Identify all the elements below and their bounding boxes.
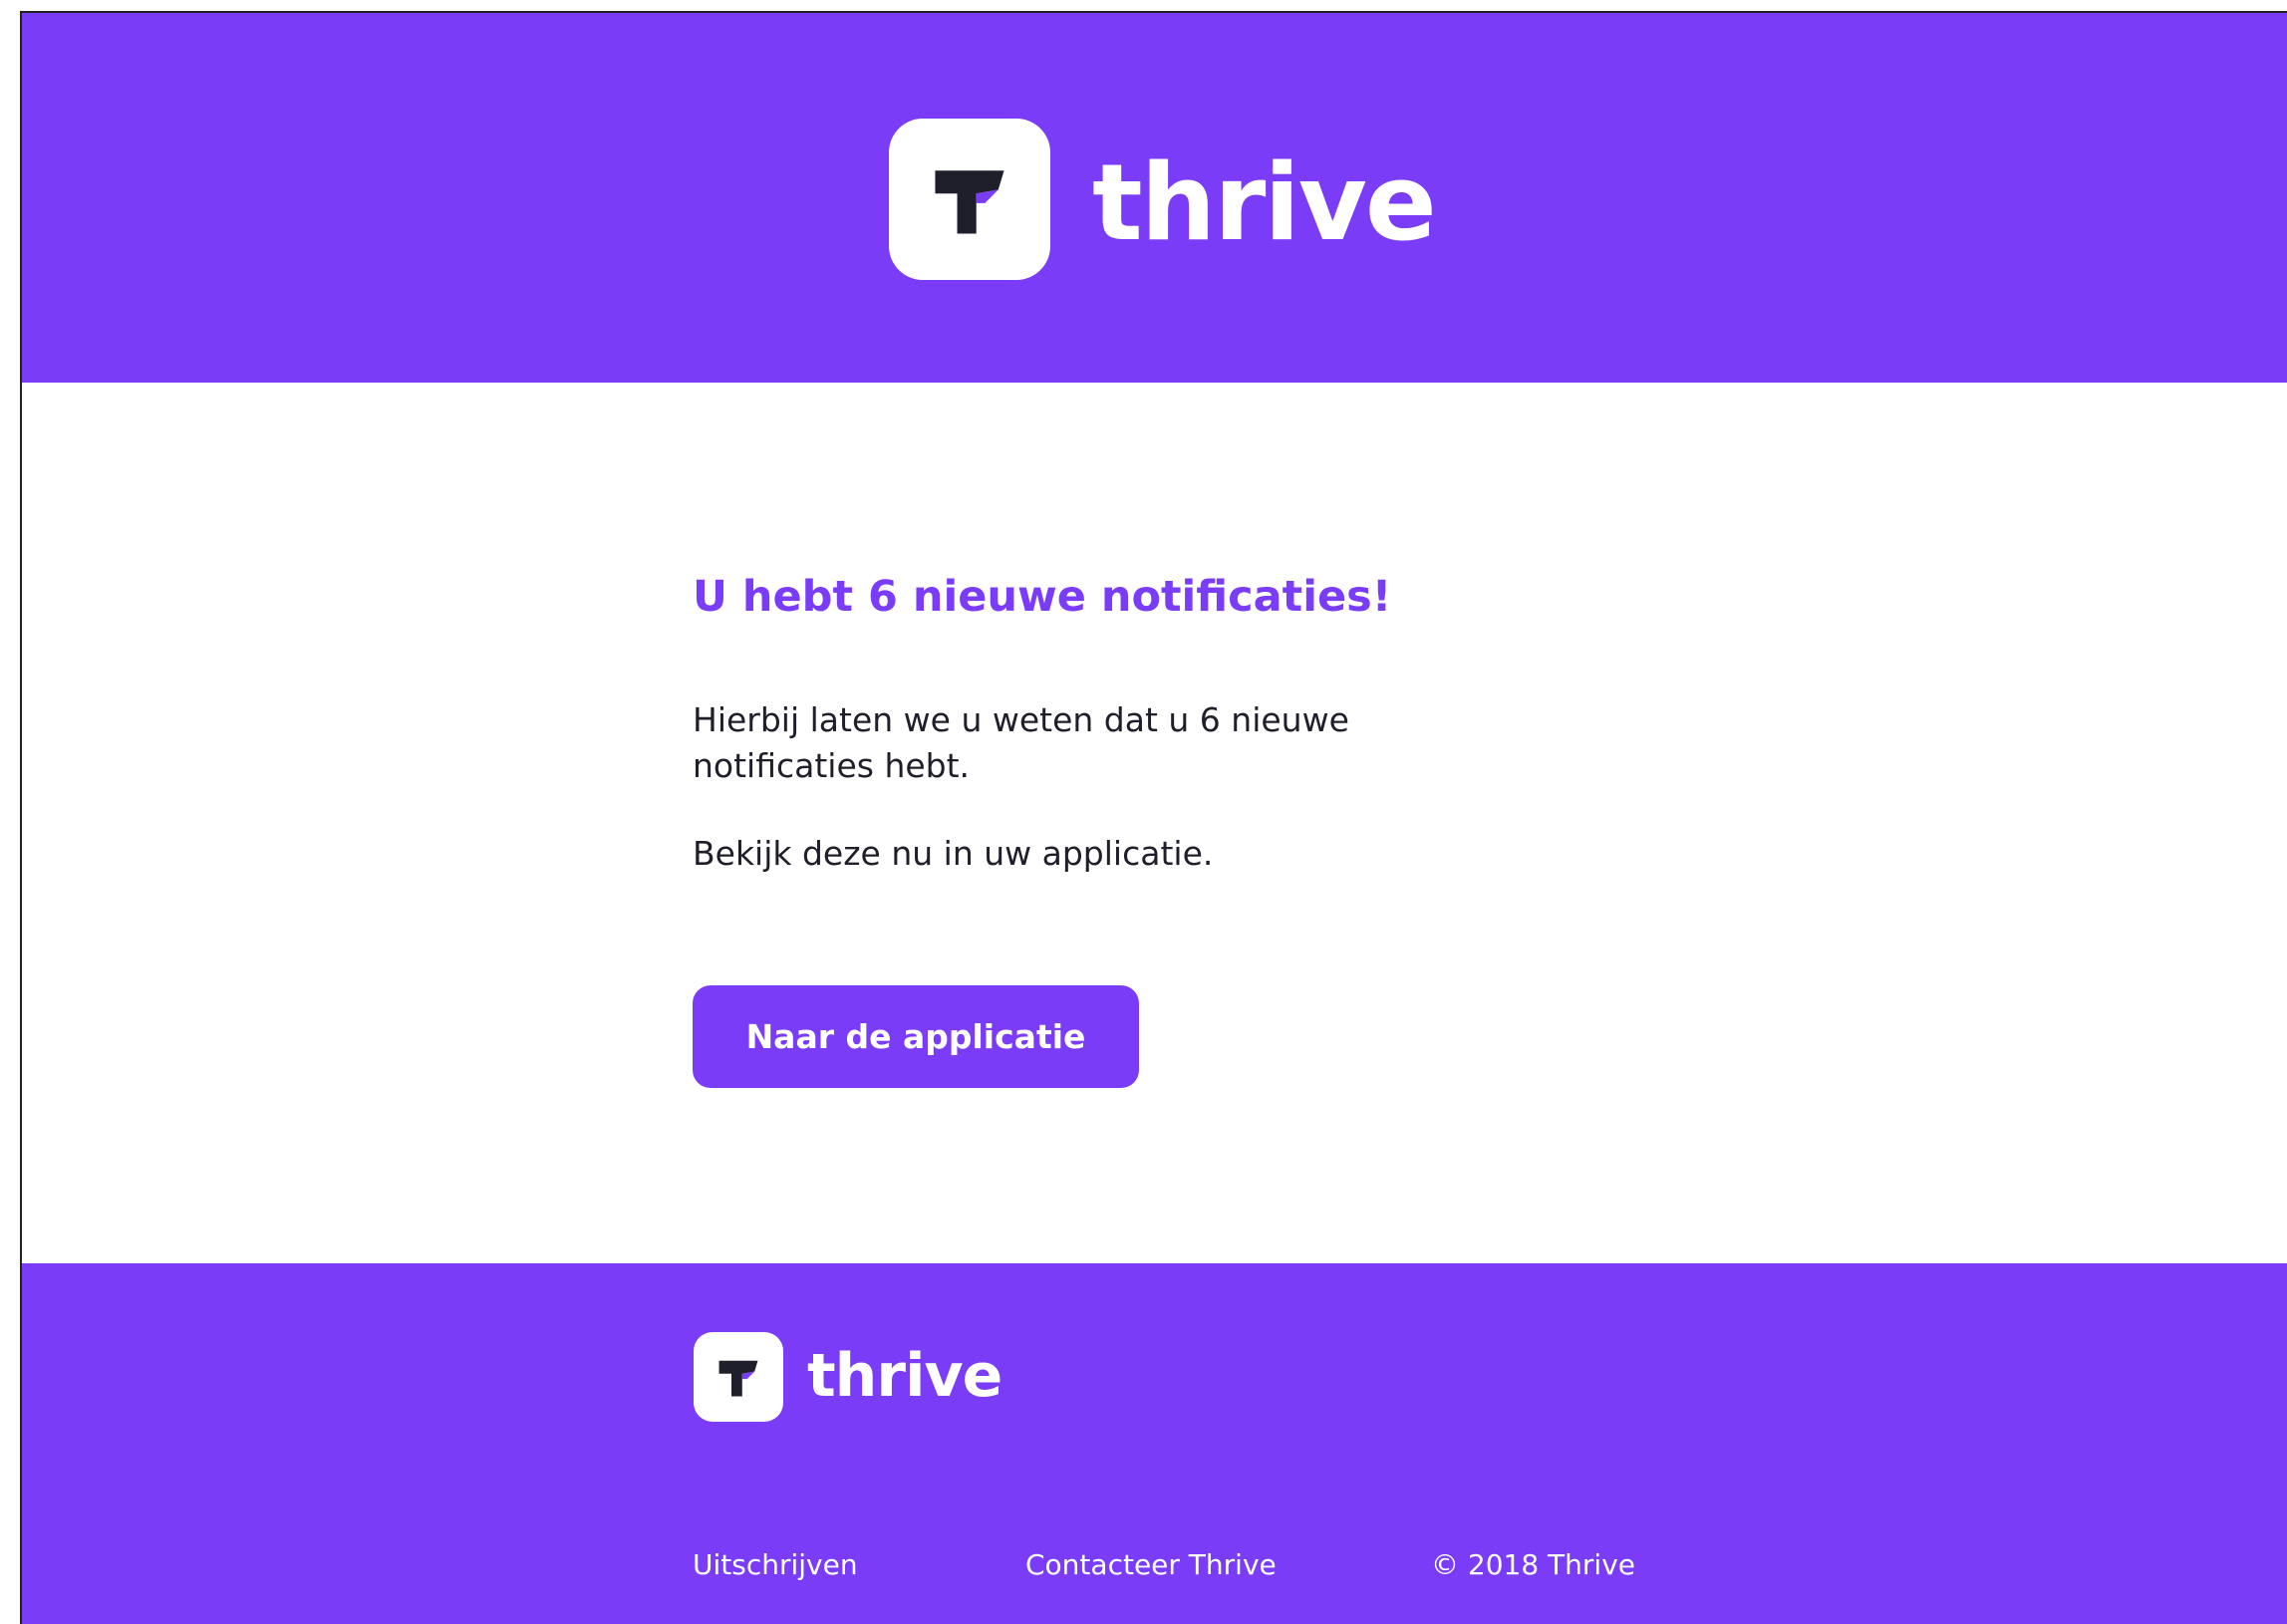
- unsubscribe-link[interactable]: Uitschrijven: [693, 1548, 858, 1582]
- thrive-t-logo-icon: [889, 119, 1050, 280]
- notification-title: U hebt 6 nieuwe notificaties!: [693, 572, 1392, 622]
- footer-wordmark: thrive: [807, 1341, 1002, 1411]
- notification-instruction: Bekijk deze nu in uw applicatie.: [693, 834, 1214, 873]
- email-content: U hebt 6 nieuwe notificaties! Hierbij la…: [22, 383, 2287, 1263]
- email-frame: thrive U hebt 6 nieuwe notificaties! Hie…: [20, 11, 2287, 1624]
- contact-thrive-link[interactable]: Contacteer Thrive: [1025, 1548, 1277, 1582]
- header-wordmark: thrive: [1092, 141, 1437, 264]
- t-mark-icon: [935, 170, 1004, 234]
- copyright-text: © 2018 Thrive: [1431, 1548, 1635, 1581]
- open-app-button[interactable]: Naar de applicatie: [693, 985, 1139, 1088]
- thrive-t-logo-icon: [694, 1332, 783, 1422]
- notification-body: Hierbij laten we u weten dat u 6 nieuwe …: [693, 700, 1349, 785]
- email-header: thrive: [22, 13, 2287, 383]
- t-mark-icon: [718, 1360, 758, 1397]
- email-footer: thrive Uitschrijven Contacteer Thrive © …: [22, 1263, 2287, 1624]
